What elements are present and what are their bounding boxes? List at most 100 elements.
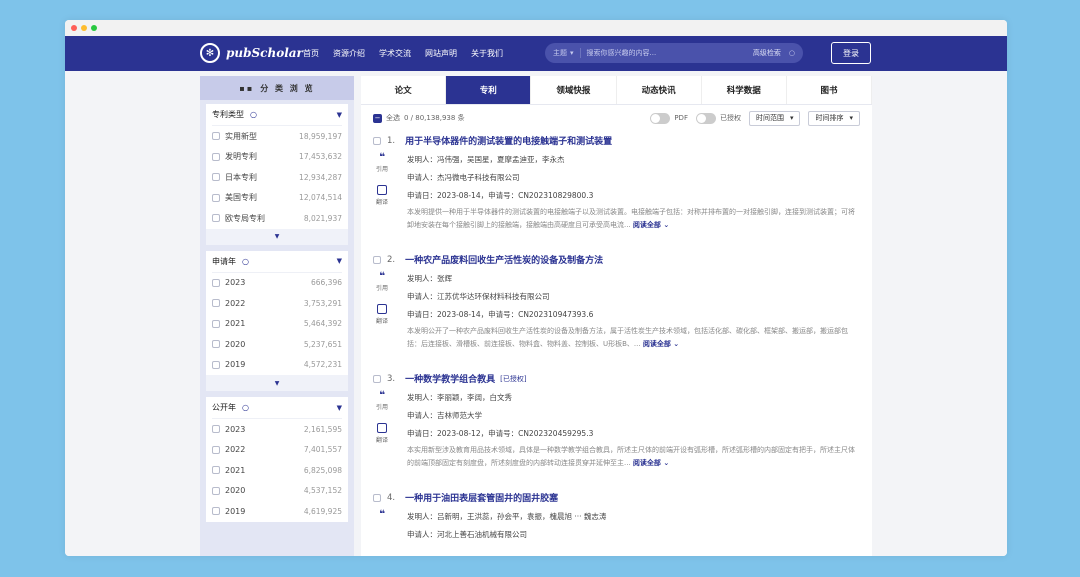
facet-item-count: 4,572,231: [303, 360, 342, 370]
quote-icon[interactable]: ❝: [373, 152, 391, 164]
applicant: 申请人：河北上善石油机械有限公司: [407, 529, 527, 539]
result-title[interactable]: 一种农产品废料回收生产活性炭的设备及制备方法: [405, 253, 603, 266]
facet-item[interactable]: 发明专利 17,453,632: [212, 147, 342, 168]
checkbox[interactable]: [212, 299, 220, 308]
sidebar-header: ▪▪ 分 类 浏 览: [200, 76, 354, 100]
authorized-toggle-label: 已授权: [719, 114, 741, 122]
facet-item[interactable]: 实用新型 18,959,197: [212, 126, 342, 147]
checkbox[interactable]: [373, 255, 381, 264]
checkbox[interactable]: [212, 340, 220, 349]
facet-item[interactable]: 2020 5,237,651: [212, 334, 342, 355]
select-all-checkbox[interactable]: − 全选: [373, 113, 400, 123]
nav-link-resources[interactable]: 资源介绍: [333, 48, 365, 59]
read-more-link[interactable]: 阅读全部 ⌄: [633, 459, 669, 467]
nav-link-exchange[interactable]: 学术交流: [379, 48, 411, 59]
result-number: 1.: [387, 135, 396, 146]
quote-icon[interactable]: ❝: [373, 390, 391, 402]
tab-books[interactable]: 图书: [787, 76, 873, 104]
search-scope-label: 主题: [553, 49, 567, 57]
checkbox[interactable]: [373, 493, 381, 502]
facet-item[interactable]: 欧专局专利 8,021,937: [212, 208, 342, 229]
result-actions: ❝: [373, 509, 391, 521]
comment-icon: ○: [242, 403, 249, 412]
facet-item-count: 3,753,291: [303, 298, 342, 308]
tab-domain-reports[interactable]: 领域快报: [531, 76, 617, 104]
abstract: 本发明公开了一种农产品废料回收生产活性炭的设备及制备方法，属于活性炭生产技术领域…: [407, 325, 858, 350]
facet-header[interactable]: 专利类型 ○ ▼: [212, 104, 342, 126]
checkbox[interactable]: [373, 374, 381, 383]
expand-more-button[interactable]: ▼: [206, 228, 348, 245]
facet-item[interactable]: 美国专利 12,074,514: [212, 188, 342, 209]
logo[interactable]: ✻ pubScholar: [200, 43, 303, 63]
tab-science-data[interactable]: 科学数据: [702, 76, 787, 104]
time-range-dropdown[interactable]: 时间范围 ▾: [748, 110, 801, 126]
facet-item[interactable]: 2019 4,619,925: [212, 501, 342, 522]
results-toolbar: − 全选 0 / 80,138,938 条 PDF 已授权 时间范围 ▾ 时间排序 ▾: [361, 105, 872, 131]
toggle-switch[interactable]: [650, 112, 671, 124]
checkbox[interactable]: [212, 278, 220, 287]
checkbox[interactable]: [373, 136, 381, 145]
minimize-dot[interactable]: [81, 25, 87, 31]
read-more-link[interactable]: 阅读全部 ⌄: [643, 340, 679, 348]
search-input[interactable]: 搜索你感兴趣的内容...: [587, 48, 753, 58]
checkbox[interactable]: [212, 193, 220, 202]
facet-header[interactable]: 申请年 ○ ▼: [212, 251, 342, 273]
applicant: 申请人：江苏优华达环保材料科技有限公司: [407, 291, 550, 301]
checkbox[interactable]: [212, 507, 220, 516]
checkbox[interactable]: [212, 173, 220, 182]
tab-patents[interactable]: 专利: [446, 76, 532, 104]
facet-item-label: 2022: [225, 445, 246, 455]
translate-icon[interactable]: [377, 185, 387, 195]
facet-item[interactable]: 2020 4,537,152: [212, 481, 342, 502]
pdf-toggle[interactable]: PDF: [650, 112, 688, 124]
checkbox[interactable]: [212, 214, 220, 223]
search-scope-select[interactable]: 主题 ▾: [553, 48, 581, 58]
checkbox[interactable]: [212, 486, 220, 495]
result-title[interactable]: 用于半导体器件的测试装置的电接触端子和测试装置: [405, 134, 612, 147]
nav-link-home[interactable]: 首页: [303, 48, 319, 59]
result-actions: ❝ 引用 翻译: [373, 271, 391, 337]
facet-item[interactable]: 日本专利 12,934,287: [212, 167, 342, 188]
facet-item[interactable]: 2021 5,464,392: [212, 314, 342, 335]
checkbox[interactable]: [212, 466, 220, 475]
toggle-switch[interactable]: [695, 112, 716, 124]
result-title[interactable]: 一种用于油田表层套管固井的固井胶塞: [405, 491, 558, 504]
checkbox[interactable]: [212, 319, 220, 328]
close-dot[interactable]: [71, 25, 77, 31]
authorized-badge: [已授权]: [500, 374, 527, 383]
facet-item[interactable]: 2023 2,161,595: [212, 419, 342, 440]
checkbox[interactable]: [212, 425, 220, 434]
tab-news[interactable]: 动态快讯: [617, 76, 702, 104]
tab-papers[interactable]: 论文: [361, 76, 447, 104]
facet-item[interactable]: 2023 666,396: [212, 273, 342, 294]
facet-item[interactable]: 2022 7,401,557: [212, 440, 342, 461]
read-more-link[interactable]: 阅读全部 ⌄: [633, 221, 669, 229]
translate-icon[interactable]: [377, 423, 387, 433]
maximize-dot[interactable]: [91, 25, 97, 31]
checkbox[interactable]: [212, 152, 220, 161]
quote-icon[interactable]: ❝: [373, 509, 391, 521]
result-title[interactable]: 一种数学教学组合教具: [405, 372, 495, 385]
authorized-toggle[interactable]: 已授权: [695, 112, 741, 124]
sort-dropdown[interactable]: 时间排序 ▾: [808, 110, 860, 126]
checkbox[interactable]: [212, 445, 220, 454]
search-icon[interactable]: ○: [789, 49, 795, 57]
facet-item-label: 日本专利: [225, 172, 257, 182]
facet-item[interactable]: 2021 6,825,098: [212, 460, 342, 481]
minus-icon: −: [373, 113, 382, 123]
abstract-text: 本发明提供一种用于半导体器件的测试装置的电接触端子以及测试装置。电接触端子包括：…: [407, 208, 855, 229]
facet-item[interactable]: 2022 3,753,291: [212, 293, 342, 314]
quote-icon[interactable]: ❝: [373, 271, 391, 283]
checkbox[interactable]: [212, 132, 220, 141]
nav-link-statement[interactable]: 网站声明: [425, 48, 457, 59]
facet-item-label: 2023: [225, 278, 246, 288]
checkbox[interactable]: [212, 360, 220, 369]
translate-icon[interactable]: [377, 304, 387, 314]
login-button[interactable]: 登录: [831, 42, 871, 64]
facet-item[interactable]: 2019 4,572,231: [212, 355, 342, 376]
facet-item-count: 5,237,651: [303, 339, 342, 349]
advanced-search-link[interactable]: 高级检索: [753, 48, 781, 58]
facet-header[interactable]: 公开年 ○ ▼: [212, 397, 342, 419]
expand-more-button[interactable]: ▼: [206, 375, 348, 391]
nav-link-about[interactable]: 关于我们: [471, 48, 503, 59]
